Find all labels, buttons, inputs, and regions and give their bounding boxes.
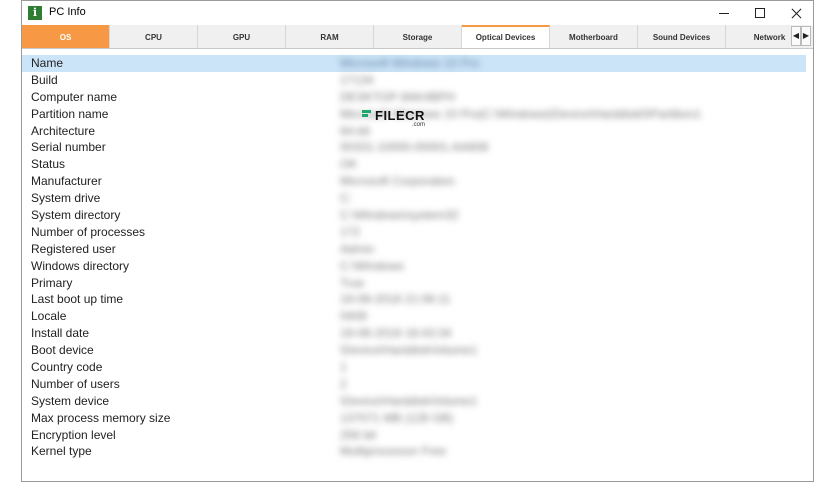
tab-gpu[interactable]: GPU bbox=[198, 25, 286, 48]
property-row-kernel-type[interactable]: Kernel type Multiprocessor Free bbox=[22, 443, 813, 460]
property-label: Primary bbox=[31, 275, 73, 290]
property-label: Serial number bbox=[31, 140, 106, 155]
property-value: 2 bbox=[340, 376, 347, 391]
property-row-last-boot-up-time[interactable]: Last boot up time 19-08-2018 21:06:11 bbox=[22, 291, 813, 308]
tab-motherboard[interactable]: Motherboard bbox=[550, 25, 638, 48]
property-label: System directory bbox=[31, 208, 121, 223]
property-value: 172 bbox=[340, 224, 361, 239]
property-value: 17134 bbox=[340, 72, 374, 87]
property-value: 64-bit bbox=[340, 123, 371, 138]
property-value: C:\Windows bbox=[340, 258, 405, 273]
property-value: 0409 bbox=[340, 309, 367, 324]
tab-sound-devices[interactable]: Sound Devices bbox=[638, 25, 726, 48]
tab-scroll-left-icon[interactable]: ◀ bbox=[791, 26, 801, 46]
close-button[interactable] bbox=[779, 1, 813, 25]
property-value: \Device\HarddiskVolume1 bbox=[340, 343, 478, 358]
property-row-build[interactable]: Build 17134 bbox=[22, 72, 813, 89]
property-row-number-of-users[interactable]: Number of users 2 bbox=[22, 376, 813, 393]
property-row-computer-name[interactable]: Computer name DESKTOP-9AK4BPH bbox=[22, 89, 813, 106]
tab-optical-devices[interactable]: Optical Devices bbox=[462, 25, 550, 48]
property-row-system-device[interactable]: System device \Device\HarddiskVolume1 bbox=[22, 393, 813, 410]
property-label: Registered user bbox=[31, 241, 116, 256]
property-row-windows-directory[interactable]: Windows directory C:\Windows bbox=[22, 258, 813, 275]
property-value: Admin bbox=[340, 241, 375, 256]
property-label: Name bbox=[31, 56, 64, 70]
property-value: 256 bit bbox=[340, 427, 377, 442]
property-row-max-process-memory-size[interactable]: Max process memory size 137071 MB (128 GB… bbox=[22, 410, 813, 427]
property-label: Locale bbox=[31, 309, 67, 324]
property-label: Country code bbox=[31, 360, 103, 375]
maximize-button[interactable] bbox=[743, 1, 777, 25]
property-row-system-directory[interactable]: System directory C:\Windows\system32 bbox=[22, 207, 813, 224]
tab-bar: OS CPU GPU RAM Storage Optical Devices M… bbox=[22, 25, 813, 49]
property-value: C: bbox=[340, 191, 352, 206]
property-row-registered-user[interactable]: Registered user Admin bbox=[22, 241, 813, 258]
property-row-system-drive[interactable]: System drive C: bbox=[22, 190, 813, 207]
tab-scroll-right-icon[interactable]: ▶ bbox=[801, 26, 811, 46]
property-value: 19-08-2018 18:43:34 bbox=[340, 326, 452, 341]
property-value: 19-08-2018 21:06:11 bbox=[340, 292, 451, 307]
property-label: Partition name bbox=[31, 106, 109, 121]
property-value: C:\Windows\system32 bbox=[340, 208, 459, 223]
filecr-logo-icon bbox=[362, 110, 371, 119]
property-value: 00331-10000-00001-AA608 bbox=[340, 140, 489, 155]
tab-ram[interactable]: RAM bbox=[286, 25, 374, 48]
property-label: Build bbox=[31, 72, 58, 87]
tab-os[interactable]: OS bbox=[22, 25, 110, 48]
property-label: Last boot up time bbox=[31, 292, 124, 307]
property-value: Multiprocessor Free bbox=[340, 444, 447, 459]
property-row-locale[interactable]: Locale 0409 bbox=[22, 308, 813, 325]
watermark-domain: .com bbox=[412, 122, 426, 128]
property-value: \Device\HarddiskVolume1 bbox=[340, 393, 478, 408]
property-value: 137071 MB (128 GB) bbox=[340, 410, 454, 425]
property-row-manufacturer[interactable]: Manufacturer Microsoft Corporation bbox=[22, 173, 813, 190]
property-row-serial-number[interactable]: Serial number 00331-10000-00001-AA608 bbox=[22, 139, 813, 156]
window-title: PC Info bbox=[49, 6, 86, 18]
property-row-install-date[interactable]: Install date 19-08-2018 18:43:34 bbox=[22, 325, 813, 342]
property-value: True bbox=[340, 275, 365, 290]
property-label: Boot device bbox=[31, 343, 94, 358]
property-value: Microsoft Windows 10 Pro bbox=[340, 56, 480, 70]
app-window: i PC Info OS CPU GPU RAM Storage Optical… bbox=[21, 0, 814, 482]
property-label: Status bbox=[31, 157, 66, 172]
property-row-number-of-processes[interactable]: Number of processes 172 bbox=[22, 224, 813, 241]
property-label: Number of users bbox=[31, 376, 120, 391]
property-label: System device bbox=[31, 393, 110, 408]
tab-cpu[interactable]: CPU bbox=[110, 25, 198, 48]
property-label: Architecture bbox=[31, 123, 96, 138]
tab-storage[interactable]: Storage bbox=[374, 25, 462, 48]
property-row-name[interactable]: Name Microsoft Windows 10 Pro bbox=[22, 55, 806, 72]
property-label: Computer name bbox=[31, 89, 118, 104]
property-label: Kernel type bbox=[31, 444, 92, 459]
property-row-primary[interactable]: Primary True bbox=[22, 275, 813, 292]
property-label: Encryption level bbox=[31, 427, 116, 442]
title-bar[interactable]: i PC Info bbox=[22, 1, 813, 25]
property-row-boot-device[interactable]: Boot device \Device\HarddiskVolume1 bbox=[22, 342, 813, 359]
property-label: Windows directory bbox=[31, 258, 130, 273]
property-label: Manufacturer bbox=[31, 174, 102, 189]
property-label: Number of processes bbox=[31, 224, 146, 239]
property-label: System drive bbox=[31, 191, 101, 206]
minimize-button[interactable] bbox=[707, 1, 741, 25]
property-value: 1 bbox=[340, 360, 347, 375]
info-app-icon: i bbox=[28, 6, 42, 20]
property-value: Microsoft Corporation bbox=[340, 174, 455, 189]
property-label: Install date bbox=[31, 326, 90, 341]
property-value: DESKTOP-9AK4BPH bbox=[340, 89, 456, 104]
watermark-brand: FILECR bbox=[375, 108, 425, 123]
property-row-status[interactable]: Status OK bbox=[22, 156, 813, 173]
property-row-country-code[interactable]: Country code 1 bbox=[22, 359, 813, 376]
property-value: OK bbox=[340, 157, 358, 172]
property-label: Max process memory size bbox=[31, 410, 171, 425]
property-row-encryption-level[interactable]: Encryption level 256 bit bbox=[22, 427, 813, 444]
